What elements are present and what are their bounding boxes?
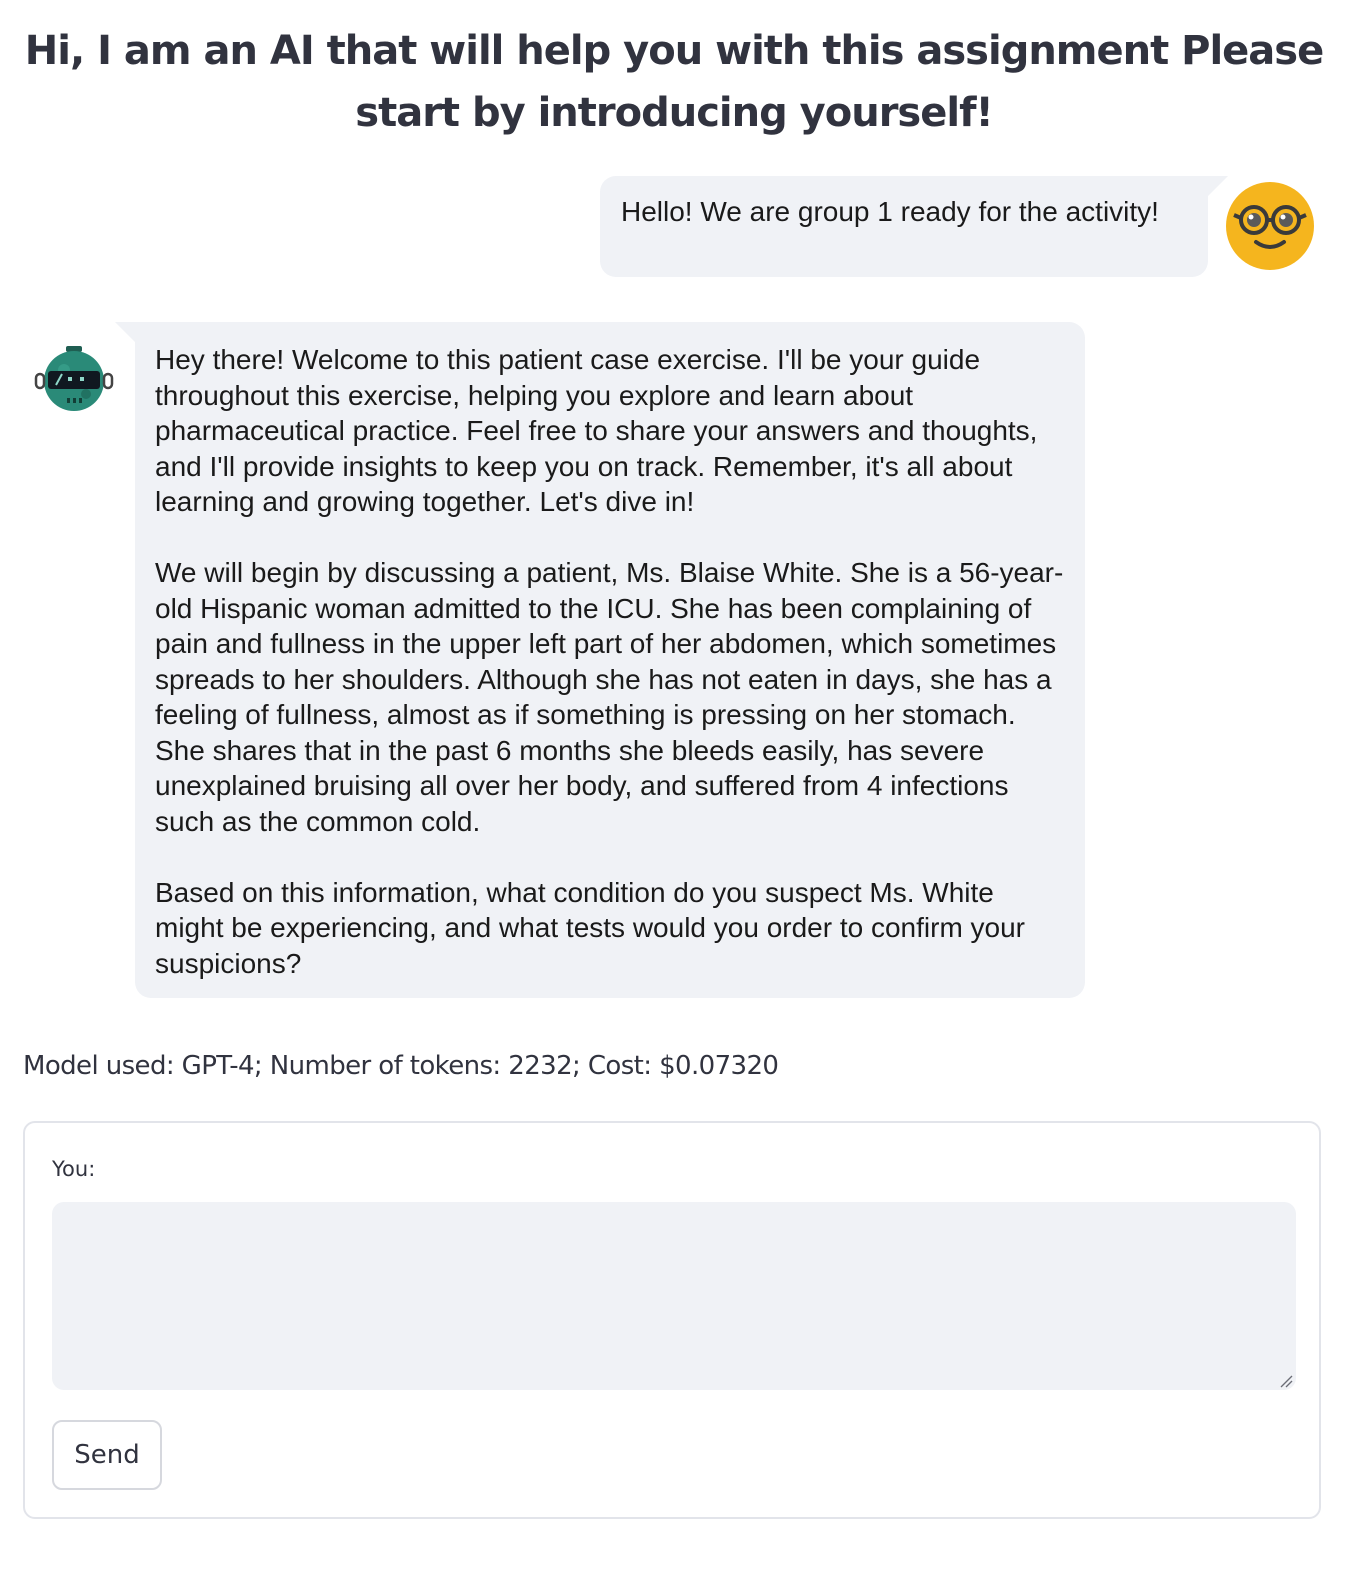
input-label: You: bbox=[52, 1157, 96, 1181]
resize-handle-icon[interactable] bbox=[1279, 1373, 1293, 1388]
page-title: Hi, I am an AI that will help you with t… bbox=[24, 28, 1324, 136]
assistant-message: Hey there! Welcome to this patient case … bbox=[115, 322, 1085, 998]
send-button[interactable]: Send bbox=[52, 1420, 162, 1490]
user-message-text: Hello! We are group 1 ready for the acti… bbox=[621, 196, 1159, 227]
chat-form: You: Send bbox=[23, 1121, 1321, 1519]
user-message: Hello! We are group 1 ready for the acti… bbox=[600, 176, 1228, 277]
assistant-paragraph: Hey there! Welcome to this patient case … bbox=[155, 344, 1038, 517]
nerd-face-icon bbox=[1226, 182, 1314, 270]
assistant-paragraph: We will begin by discussing a patient, M… bbox=[155, 557, 1064, 837]
robot-icon bbox=[34, 344, 114, 414]
usage-info: Model used: GPT-4; Number of tokens: 223… bbox=[23, 1051, 779, 1081]
message-input[interactable] bbox=[52, 1202, 1296, 1390]
assistant-paragraph: Based on this information, what conditio… bbox=[155, 876, 1026, 979]
